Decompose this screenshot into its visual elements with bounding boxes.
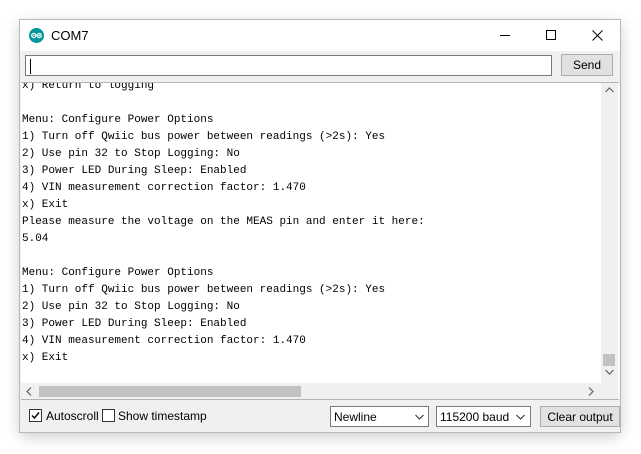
scroll-left-icon[interactable] — [26, 387, 32, 396]
send-row: Send — [20, 51, 620, 82]
show-timestamp-checkbox[interactable] — [102, 409, 115, 422]
log-line: 3) Power LED During Sleep: Enabled — [22, 165, 247, 177]
output-log: x) Return to logging Menu: Configure Powe… — [22, 82, 425, 367]
minimize-icon — [500, 35, 510, 36]
chevron-down-icon — [415, 414, 424, 420]
log-line: x) Exit — [22, 199, 69, 211]
footer-bar: Autoscroll Show timestamp Newline 115200… — [20, 401, 620, 432]
log-line: Menu: Configure Power Options — [22, 267, 214, 279]
maximize-icon — [546, 30, 556, 40]
baud-rate-select[interactable]: 115200 baud — [436, 406, 531, 427]
clear-output-button[interactable]: Clear output — [540, 406, 620, 427]
line-ending-select[interactable]: Newline — [330, 406, 429, 427]
log-line: 3) Power LED During Sleep: Enabled — [22, 318, 247, 330]
log-line: 2) Use pin 32 to Stop Logging: No — [22, 148, 240, 160]
log-line: 2) Use pin 32 to Stop Logging: No — [22, 301, 240, 313]
serial-output[interactable]: x) Return to logging Menu: Configure Powe… — [21, 82, 619, 400]
window-title: COM7 — [51, 28, 89, 43]
close-icon — [592, 30, 603, 41]
chevron-down-icon — [516, 414, 525, 420]
vertical-scrollbar[interactable] — [601, 83, 618, 383]
autoscroll-label[interactable]: Autoscroll — [46, 409, 99, 423]
log-line: 4) VIN measurement correction factor: 1.… — [22, 335, 306, 347]
minimize-button[interactable] — [482, 20, 528, 51]
serial-monitor-window: COM7 Send x) Return to logging Menu: Conf… — [20, 20, 620, 432]
scroll-down-icon[interactable] — [605, 369, 614, 375]
line-ending-value: Newline — [334, 410, 377, 424]
log-line: 1) Turn off Qwiic bus power between read… — [22, 131, 386, 143]
show-timestamp-label[interactable]: Show timestamp — [118, 409, 207, 423]
send-button[interactable]: Send — [561, 54, 613, 76]
log-line: Menu: Configure Power Options — [22, 114, 214, 126]
arduino-icon — [29, 28, 44, 43]
scrollbar-corner — [601, 383, 618, 399]
scroll-right-icon[interactable] — [588, 387, 594, 396]
horizontal-scrollbar[interactable] — [21, 383, 601, 399]
text-caret — [30, 59, 31, 74]
log-line: Please measure the voltage on the MEAS p… — [22, 216, 425, 228]
log-line: x) Return to logging — [22, 82, 155, 92]
serial-input-field[interactable] — [25, 55, 552, 76]
horizontal-scroll-thumb[interactable] — [39, 386, 301, 397]
baud-rate-value: 115200 baud — [440, 410, 510, 424]
autoscroll-checkbox[interactable] — [29, 409, 42, 422]
vertical-scroll-thumb[interactable] — [603, 354, 615, 366]
log-line: x) Exit — [22, 352, 69, 364]
log-line: 4) VIN measurement correction factor: 1.… — [22, 182, 306, 194]
close-button[interactable] — [574, 20, 620, 51]
maximize-button[interactable] — [528, 20, 574, 51]
log-line: 5.04 — [22, 233, 49, 245]
log-line: 1) Turn off Qwiic bus power between read… — [22, 284, 386, 296]
checkmark-icon — [31, 412, 40, 420]
scroll-up-icon[interactable] — [605, 87, 614, 93]
title-bar[interactable]: COM7 — [20, 20, 620, 51]
